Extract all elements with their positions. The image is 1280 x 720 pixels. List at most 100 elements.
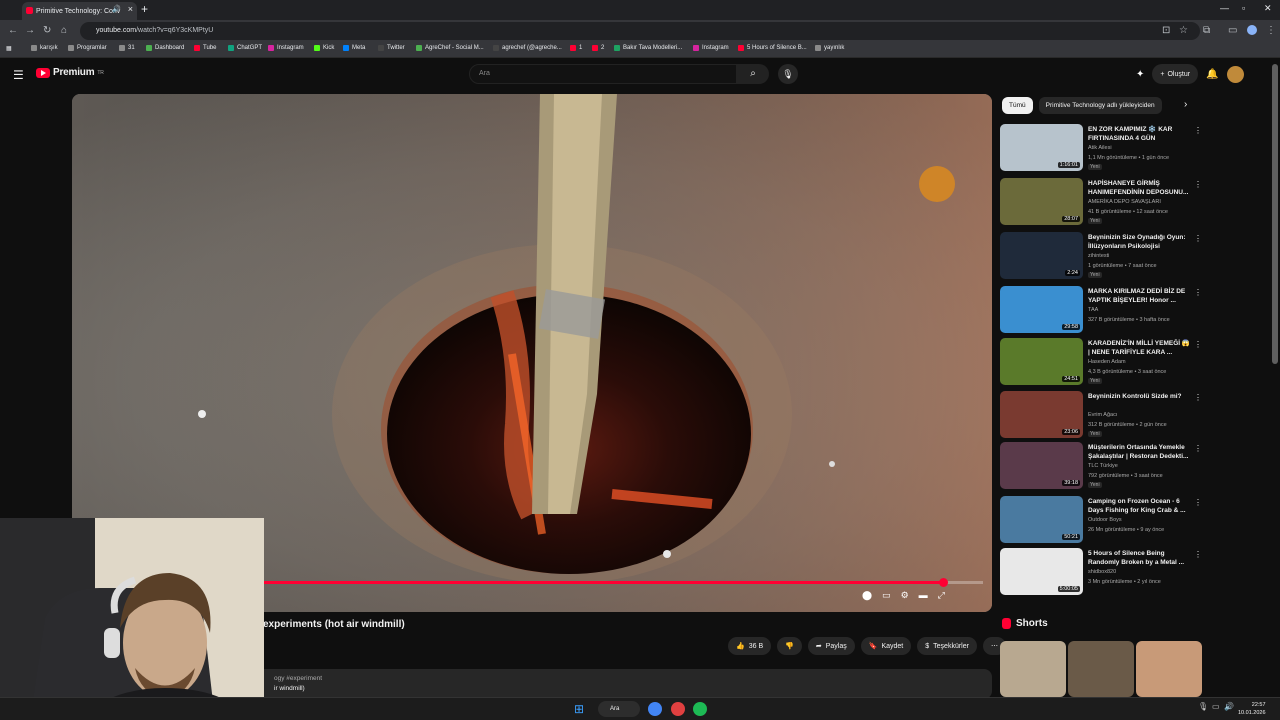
address-bar[interactable]: youtube.com/watch?v=q6Y3cKMPtyU: [80, 22, 1200, 40]
chip-uploader[interactable]: Primitive Technology adlı yükleyiciden: [1038, 97, 1162, 114]
more-options-icon[interactable]: ⋮: [1194, 550, 1202, 559]
search-button[interactable]: ⌕: [737, 64, 769, 84]
subtitles-icon[interactable]: ▭: [882, 590, 891, 601]
save-button[interactable]: 🔖 Kaydet: [860, 637, 912, 655]
bookmark-item[interactable]: Instagram: [693, 45, 729, 51]
recommendation-title[interactable]: HAPİSHANEYE GİRMİŞ HANIMEFENDİNİN DEPOSU…: [1088, 179, 1192, 197]
bookmark-item[interactable]: Tube: [194, 45, 216, 51]
recommendation-title[interactable]: MARKA KIRILMAZ DEDİ BİZ DE YAPTIK BİŞEYL…: [1088, 287, 1192, 305]
bookmark-item[interactable]: 31: [119, 45, 135, 51]
chrome-menu-icon[interactable]: ⋮: [1266, 25, 1276, 36]
bookmark-item[interactable]: Instagram: [268, 45, 304, 51]
channel-name[interactable]: zihintesti: [1088, 253, 1109, 259]
recommendation-title[interactable]: Beyninizin Size Oynadığı Oyun: İllüzyonl…: [1088, 233, 1192, 251]
channel-name[interactable]: shidbox820: [1088, 569, 1116, 575]
close-tab-icon[interactable]: ×: [128, 4, 133, 14]
recommendation-title[interactable]: Camping on Frozen Ocean - 6 Days Fishing…: [1088, 497, 1192, 515]
forward-icon[interactable]: →: [25, 25, 35, 36]
channel-name[interactable]: Atik Ailesi: [1088, 145, 1112, 151]
recommendation-title[interactable]: Beyninizin Kontrolü Sizde mi?: [1088, 392, 1192, 401]
page-scrollbar[interactable]: [1272, 64, 1278, 364]
bookmark-item[interactable]: 5 Hours of Silence B...: [738, 45, 807, 51]
reload-icon[interactable]: ↻: [43, 25, 51, 36]
system-clock[interactable]: 22:57 10.01.2026: [1238, 701, 1266, 717]
bookmark-item[interactable]: yayınlık: [815, 45, 844, 51]
more-options-icon[interactable]: ⋮: [1194, 444, 1202, 453]
short-thumbnail[interactable]: [1068, 641, 1134, 697]
bookmark-item[interactable]: 1: [570, 45, 582, 51]
channel-name[interactable]: TLC Türkiye: [1088, 463, 1118, 469]
home-icon[interactable]: ⌂: [61, 25, 67, 36]
video-progress-bar[interactable]: [264, 578, 983, 587]
bookmark-item[interactable]: agrechef (@agreche...: [493, 45, 562, 51]
bookmark-item[interactable]: Dashboard: [146, 45, 184, 51]
share-button[interactable]: ➦ Paylaş: [807, 637, 855, 655]
video-thumbnail[interactable]: 23:06: [1000, 391, 1083, 438]
bookmark-item[interactable]: 2: [592, 45, 604, 51]
close-window-icon[interactable]: ✕: [1264, 3, 1272, 14]
short-thumbnail[interactable]: [1000, 641, 1066, 697]
profile-icon[interactable]: [1247, 25, 1257, 35]
more-options-icon[interactable]: ⋮: [1194, 393, 1202, 402]
minimize-icon[interactable]: —: [1220, 3, 1229, 13]
bookmark-star-icon[interactable]: ☆: [1179, 25, 1188, 36]
dislike-button[interactable]: 👎: [777, 637, 802, 655]
video-thumbnail[interactable]: 39:18: [1000, 442, 1083, 489]
extensions-icon[interactable]: ⧉: [1203, 25, 1210, 36]
recommendation-title[interactable]: 5 Hours of Silence Being Randomly Broken…: [1088, 549, 1192, 567]
more-options-icon[interactable]: ⋮: [1194, 288, 1202, 297]
more-options-icon[interactable]: ⋮: [1194, 498, 1202, 507]
volume-icon[interactable]: 🔊: [1224, 702, 1238, 716]
theater-mode-icon[interactable]: ▬: [919, 590, 928, 601]
channel-name[interactable]: Outdoor Boys: [1088, 517, 1122, 523]
settings-gear-icon[interactable]: ⚙: [901, 590, 909, 601]
notifications-bell-icon[interactable]: 🔔: [1206, 69, 1218, 80]
spotify-icon[interactable]: [693, 702, 707, 716]
bookmark-item[interactable]: ChatGPT: [228, 45, 262, 51]
bookmark-item[interactable]: Twitter: [378, 45, 405, 51]
mic-tray-icon[interactable]: 🎙: [1198, 702, 1212, 716]
recommendation-item[interactable]: 1:16:01 EN ZOR KAMPIMIZ ❄️ KAR FIRTINASI…: [1000, 124, 1202, 172]
bookmark-item[interactable]: Bakır Tava Modelleri...: [614, 45, 682, 51]
fullscreen-icon[interactable]: ⤢: [938, 590, 945, 601]
video-thumbnail[interactable]: 5:00:05: [1000, 548, 1083, 595]
video-thumbnail[interactable]: 24:51: [1000, 338, 1083, 385]
chevron-right-icon[interactable]: ›: [1184, 99, 1187, 110]
recommendation-item[interactable]: 2:24 Beyninizin Size Oynadığı Oyun: İllü…: [1000, 232, 1202, 280]
video-thumbnail[interactable]: 29:58: [1000, 286, 1083, 333]
bookmark-item[interactable]: Programlar: [68, 45, 107, 51]
short-thumbnail[interactable]: [1136, 641, 1202, 697]
like-button[interactable]: 👍 36 B: [728, 637, 772, 655]
more-options-icon[interactable]: ⋮: [1194, 180, 1202, 189]
recommendation-item[interactable]: 29:58 MARKA KIRILMAZ DEDİ BİZ DE YAPTIK …: [1000, 286, 1202, 334]
recommendation-item[interactable]: 50:21 Camping on Frozen Ocean - 6 Days F…: [1000, 496, 1202, 544]
recommendation-title[interactable]: Müşterilerin Ortasında Yemekle Şakalaştı…: [1088, 443, 1192, 461]
more-options-icon[interactable]: ⋮: [1194, 126, 1202, 135]
chip-all[interactable]: Tümü: [1002, 97, 1033, 114]
autoplay-toggle-icon[interactable]: ⬤: [862, 590, 872, 601]
bookmark-item[interactable]: Kick: [314, 45, 334, 51]
bookmark-item[interactable]: AgreChef - Social M...: [416, 45, 484, 51]
video-thumbnail[interactable]: 2:24: [1000, 232, 1083, 279]
recommendation-title[interactable]: EN ZOR KAMPIMIZ ❄️ KAR FIRTINASINDA 4 GÜ…: [1088, 125, 1192, 143]
recommendation-item[interactable]: 23:06 Beyninizin Kontrolü Sizde mi? Evri…: [1000, 391, 1202, 439]
channel-name[interactable]: Evrim Ağacı: [1088, 412, 1117, 418]
description-box[interactable]: ogy #experiment ir windmill): [254, 669, 992, 699]
app-icon[interactable]: [671, 702, 685, 716]
apps-icon[interactable]: ▦: [6, 45, 12, 52]
avatar[interactable]: [1226, 65, 1244, 83]
youtube-logo[interactable]: Premium TR: [36, 67, 104, 78]
video-thumbnail[interactable]: 28:07: [1000, 178, 1083, 225]
browser-tab[interactable]: Primitive Technology: Conv 🔊 ×: [22, 2, 137, 20]
video-thumbnail[interactable]: 50:21: [1000, 496, 1083, 543]
new-tab-icon[interactable]: +: [141, 2, 148, 16]
recommendation-item[interactable]: 24:51 KARADENİZ'İN MİLLİ YEMEĞİ 😱 | NENE…: [1000, 338, 1202, 386]
channel-name[interactable]: Haseden Adam: [1088, 359, 1126, 365]
create-button[interactable]: + Oluştur: [1152, 64, 1199, 84]
sidebar-icon[interactable]: ▭: [1228, 25, 1237, 36]
recommendation-item[interactable]: 5:00:05 5 Hours of Silence Being Randoml…: [1000, 548, 1202, 596]
bookmark-item[interactable]: karışık: [31, 45, 58, 51]
install-icon[interactable]: ⊡: [1162, 25, 1170, 36]
bookmark-item[interactable]: Meta: [343, 45, 365, 51]
channel-name[interactable]: TAA: [1088, 307, 1098, 313]
